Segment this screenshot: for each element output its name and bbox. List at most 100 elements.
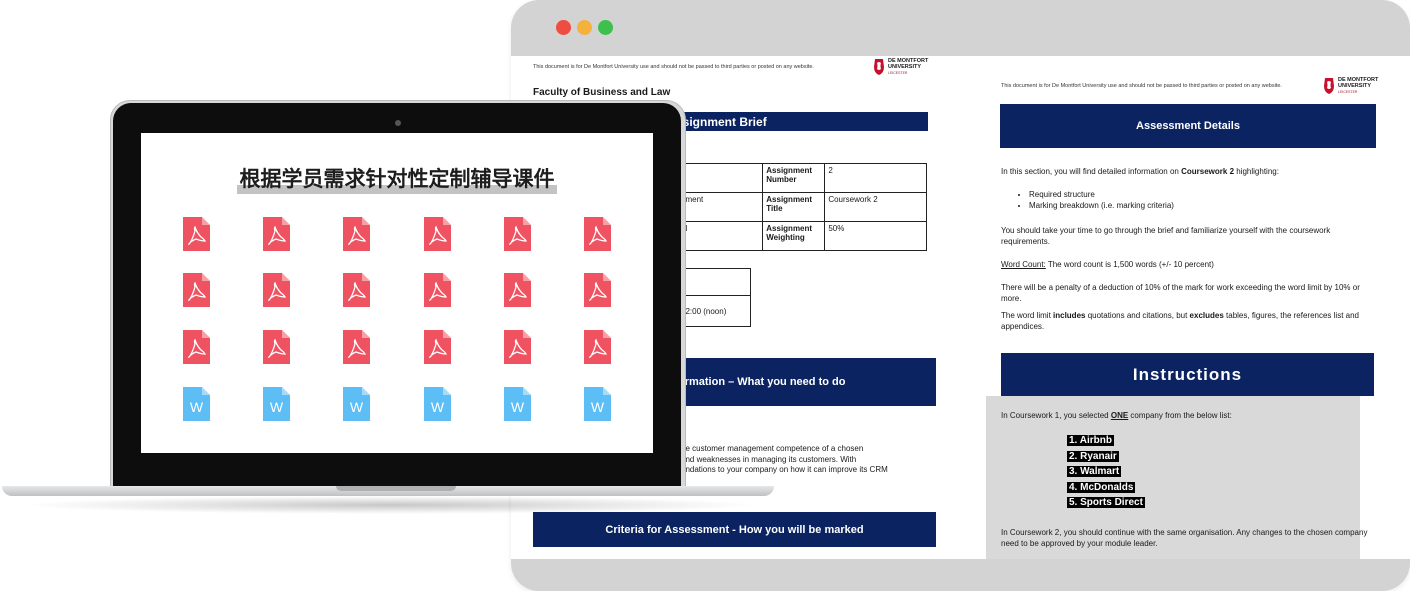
details-cell: Assignment Weighting [762,221,826,251]
bullet-item: Marking breakdown (i.e. marking criteria… [1029,201,1389,212]
limit-mid: quotations and citations, but [1085,311,1190,320]
dates-row: 12:00 (noon) [677,295,751,327]
company-name: 4. McDonalds [1067,481,1136,493]
intro-post: highlighting: [1234,167,1279,176]
word-file-label: W [431,399,445,415]
pdf-file-icon[interactable] [183,217,210,251]
word-file-icon[interactable]: W [263,387,290,421]
document-page-2: This document is for De Montfort Univers… [986,56,1410,559]
company-name: 1. Airbnb [1067,435,1114,446]
company-list: 1. Airbnb 2. Ryanair 3. Walmart 4. McDon… [1067,433,1145,511]
task-line-1: he customer management competence of a c… [681,444,864,453]
word-file-icon[interactable]: W [504,387,531,421]
pdf-file-icon[interactable] [343,273,370,307]
pdf-file-icon[interactable] [504,217,531,251]
assignment-details-table: Assignment Number 2 ement Assignment Title C… [676,163,927,251]
task-line-2: and weaknesses in managing its customers… [681,454,857,464]
details-cell: Assignment Title [762,192,826,222]
company-name: 2. Ryanair [1067,450,1119,462]
details-cell: ement [676,192,764,222]
pdf-file-icon[interactable] [504,330,531,364]
dates-cell [677,268,751,296]
word-file-icon[interactable]: W [424,387,451,421]
intro-paragraph: In this section, you will find detailed … [1001,167,1376,178]
details-cell: 50% [824,221,927,251]
courseware-title-text: 根据学员需求针对性定制辅导课件 [239,168,555,191]
disclaimer-text-2: This document is for De Montfort Univers… [1001,83,1282,89]
limit-excludes: excludes [1189,311,1224,320]
university-crest-icon [874,59,884,75]
bullet-item: Required structure [1029,190,1389,201]
instructions-heading-text: Instructions [1132,364,1243,384]
close-window-button[interactable] [556,20,571,35]
details-cell: el [676,221,764,251]
requirements-bullet-list: Required structure Marking breakdown (i.… [1001,190,1389,211]
word-file-label: W [511,399,525,415]
assessment-details-heading: Assessment Details [1000,104,1376,148]
word-file-label: W [190,399,204,415]
details-cell [676,163,764,193]
word-file-icon[interactable]: W [343,387,370,421]
limit-includes: includes [1053,311,1086,320]
company-item: 5. Sports Direct [1067,495,1145,511]
coursework2-paragraph: In Coursework 2, you should continue wit… [1001,528,1368,548]
minimize-window-button[interactable] [577,20,592,35]
assignment-brief-heading-text: ssignment Brief [676,114,767,129]
laptop-screen: 根据学员需求针对性定制辅导课件 W W W W W W [141,133,653,453]
logo-line-3b: LEICESTER [1338,90,1358,94]
logo-wordmark: DE MONTFORT UNIVERSITY LEICESTER [888,58,928,76]
word-file-label: W [591,399,605,415]
word-file-icon[interactable]: W [183,387,210,421]
maximize-window-button[interactable] [598,20,613,35]
laptop-base-notch [336,486,456,491]
pdf-file-icon[interactable] [183,330,210,364]
what-you-need-to-do-heading: ormation – What you need to do [678,358,936,406]
details-cell: Assignment Number [762,163,826,193]
word-count-paragraph: Word Count: The word count is 1,500 word… [1001,260,1376,271]
pdf-file-icon[interactable] [263,273,290,307]
task-line-3: endations to your company on how it can … [681,465,888,474]
university-logo: DE MONTFORT UNIVERSITY LEICESTER [872,58,928,76]
faculty-title: Faculty of Business and Law [533,87,671,98]
criteria-heading-text: Criteria for Assessment - How you will b… [605,523,864,536]
pdf-file-icon[interactable] [343,330,370,364]
pdf-file-icon[interactable] [424,273,451,307]
pdf-file-icon[interactable] [504,273,531,307]
courseware-title: 根据学员需求针对性定制辅导课件 [141,163,653,193]
company-item: 3. Walmart [1067,464,1145,480]
criteria-heading: Criteria for Assessment - How you will b… [533,512,936,547]
webcam-icon [395,120,401,126]
pdf-file-icon[interactable] [424,330,451,364]
word-file-icon[interactable]: W [584,387,611,421]
details-row: elAssignment Weighting50% [676,221,927,251]
pdf-file-icon[interactable] [584,273,611,307]
time-paragraph: You should take your time to go through … [1001,226,1331,246]
pdf-file-icon[interactable] [263,330,290,364]
pdf-file-icon[interactable] [584,217,611,251]
company-name: 5. Sports Direct [1067,497,1145,508]
pdf-file-icon[interactable] [183,273,210,307]
laptop-shadow [20,496,760,514]
task-description: he customer management competence of a c… [681,444,941,476]
details-cell: 2 [824,163,927,193]
coursework1-paragraph: In Coursework 1, you selected ONE compan… [1001,411,1361,422]
pdf-file-icon[interactable] [424,217,451,251]
submission-dates-table: 12:00 (noon) [677,268,751,327]
pdf-file-icon[interactable] [263,217,290,251]
company-item: 4. McDonalds [1067,480,1145,496]
assessment-details-heading-text: Assessment Details [1136,120,1240,132]
pdf-file-icon[interactable] [584,330,611,364]
word-limit-paragraph: The word limit includes quotations and c… [1001,311,1376,332]
cw1-post: company from the below list: [1128,411,1232,420]
word-count-label: Word Count: [1001,260,1046,269]
logo-wordmark-2: DE MONTFORT UNIVERSITY LEICESTER [1338,77,1378,95]
details-row: Assignment Number 2 [676,163,927,193]
intro-bold: Coursework 2 [1181,167,1235,176]
word-file-label: W [270,399,284,415]
cw1-one: ONE [1110,411,1129,420]
dates-row [677,268,751,296]
limit-pre: The word limit [1001,311,1054,320]
details-cell: Coursework 2 [824,192,927,222]
pdf-file-icon[interactable] [343,217,370,251]
what-you-need-to-do-text: ormation – What you need to do [678,376,846,388]
